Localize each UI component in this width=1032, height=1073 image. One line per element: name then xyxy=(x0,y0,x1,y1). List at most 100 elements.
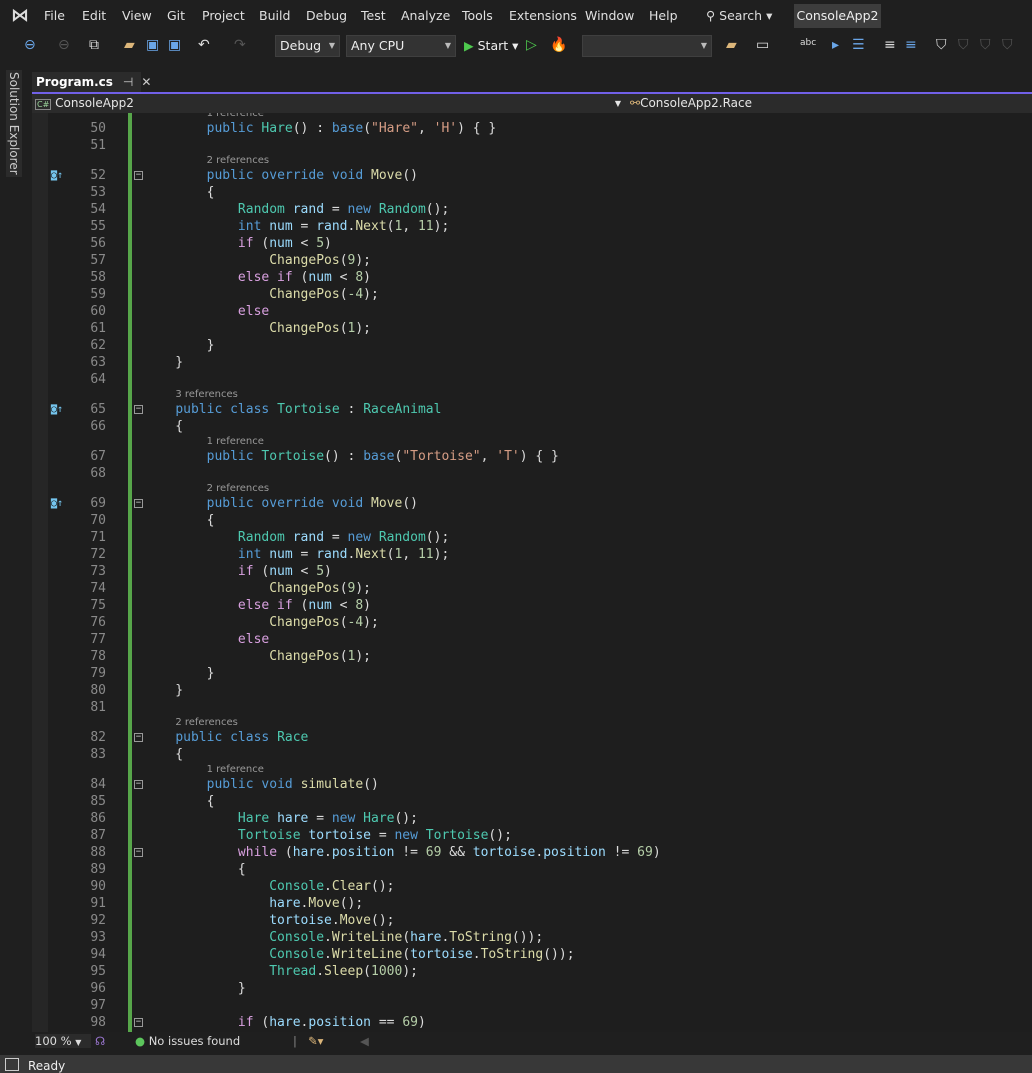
zoom-dropdown[interactable]: 100 % ▼ xyxy=(35,1034,91,1048)
code-token: "Hare" xyxy=(371,120,418,136)
prev-bookmark-icon[interactable]: ⛉ xyxy=(958,37,969,53)
menu-debug[interactable]: Debug xyxy=(306,8,347,23)
search-button[interactable]: ⚲ Search ▾ xyxy=(706,8,772,23)
output-window-icon[interactable] xyxy=(5,1058,19,1071)
codelens-references[interactable]: 2 references xyxy=(32,716,1032,729)
navigate-back-icon[interactable]: ⊖ xyxy=(24,37,36,53)
collapse-icon[interactable]: − xyxy=(134,1017,143,1027)
configuration-dropdown[interactable]: Debug ▼ xyxy=(275,35,340,57)
code-token: public xyxy=(206,120,254,136)
next-bookmark-icon[interactable]: ⛉ xyxy=(980,37,991,53)
undo-icon[interactable]: ↶ xyxy=(198,37,210,53)
spell-check-icon[interactable]: abc xyxy=(800,38,816,48)
select-icon[interactable]: ▸ xyxy=(832,37,839,53)
window-layout-icon[interactable]: ▭ xyxy=(756,37,769,53)
codelens-references[interactable]: 3 references xyxy=(32,388,1032,401)
code-cleanup-icon[interactable]: ✎▾ xyxy=(308,1034,323,1048)
type-dropdown[interactable]: ⚯ConsoleApp2.Race xyxy=(630,95,1030,112)
issues-indicator[interactable]: ● No issues found xyxy=(135,1034,240,1048)
code-token: WriteLine xyxy=(331,929,403,945)
collapse-icon[interactable]: − xyxy=(134,498,143,508)
start-debugging-button[interactable]: ▶ Start ▾ xyxy=(464,38,518,53)
code-token: == xyxy=(371,1014,403,1030)
menu-window[interactable]: Window xyxy=(585,8,634,23)
code-line: 74 ChangePos(9); xyxy=(32,580,1032,597)
startup-item-dropdown[interactable]: ▼ xyxy=(582,35,712,57)
override-marker-icon[interactable]: ◙↑ xyxy=(51,498,67,509)
platform-dropdown[interactable]: Any CPU ▼ xyxy=(346,35,456,57)
code-token: (); xyxy=(371,878,395,894)
pin-icon[interactable]: ⊣ xyxy=(123,75,133,89)
codelens-references[interactable]: 2 references xyxy=(32,154,1032,167)
code-token: ( xyxy=(339,286,348,302)
code-token: int xyxy=(237,546,262,562)
code-token: () : xyxy=(292,120,332,136)
collapse-icon[interactable]: − xyxy=(134,847,143,857)
new-project-icon[interactable]: ⧉ xyxy=(89,37,99,53)
collapse-icon[interactable]: − xyxy=(134,732,143,742)
code-editor[interactable]: 1 reference 50 public Hare() : base("Hare… xyxy=(32,113,1032,1032)
open-folder-icon[interactable]: ▰ xyxy=(124,37,135,53)
code-line: 96 } xyxy=(32,980,1032,997)
menu-view[interactable]: View xyxy=(122,8,152,23)
code-text: { xyxy=(144,512,215,529)
codelens-references[interactable]: 1 reference xyxy=(32,435,1032,448)
line-number: 75 xyxy=(90,597,106,613)
code-token: != xyxy=(605,844,638,860)
indent-icon[interactable]: ≡ xyxy=(884,37,896,53)
code-token: position xyxy=(331,844,395,860)
project-dropdown[interactable]: C# ConsoleApp2 ▼ xyxy=(35,95,625,112)
tab-program-cs[interactable]: Program.cs ⊣ ✕ xyxy=(32,72,151,92)
save-all-icon[interactable]: ▣ xyxy=(168,37,181,53)
scroll-left-icon[interactable]: ◀ xyxy=(360,1034,369,1048)
code-token: } xyxy=(144,354,184,370)
code-text: { xyxy=(144,184,215,201)
menu-tools[interactable]: Tools xyxy=(462,8,493,23)
visual-studio-logo-icon[interactable]: ⋈ xyxy=(11,6,33,26)
code-line: 92 tortoise.Move(); xyxy=(32,912,1032,929)
code-token: rand xyxy=(292,529,325,545)
menu-project[interactable]: Project xyxy=(202,8,245,23)
menu-help[interactable]: Help xyxy=(649,8,678,23)
menu-build[interactable]: Build xyxy=(259,8,290,23)
clear-bookmarks-icon[interactable]: ⛉ xyxy=(1002,37,1013,53)
menu-analyze[interactable]: Analyze xyxy=(401,8,450,23)
collapse-icon[interactable]: − xyxy=(134,779,143,789)
hot-reload-icon[interactable]: 🔥 xyxy=(550,37,567,53)
solution-explorer-tab[interactable]: Solution Explorer xyxy=(6,70,22,177)
find-in-files-icon[interactable]: ▰ xyxy=(726,37,737,53)
collapse-icon[interactable]: − xyxy=(134,170,143,180)
menu-test[interactable]: Test xyxy=(361,8,386,23)
menu-edit[interactable]: Edit xyxy=(82,8,106,23)
code-line: 71 Random rand = new Random(); xyxy=(32,529,1032,546)
menu-extensions[interactable]: Extensions xyxy=(509,8,577,23)
code-token: if xyxy=(237,1014,254,1030)
override-marker-icon[interactable]: ◙↑ xyxy=(51,404,67,415)
override-marker-icon[interactable]: ◙↑ xyxy=(51,170,67,181)
redo-icon[interactable]: ↷ xyxy=(234,37,246,53)
code-line: 73 if (num < 5) xyxy=(32,563,1032,580)
sync-icon[interactable]: ☰ xyxy=(852,37,865,53)
solution-name-badge[interactable]: ConsoleApp2 xyxy=(794,4,881,28)
code-token: ); xyxy=(433,218,450,234)
codelens-references[interactable]: 2 references xyxy=(32,482,1032,495)
outdent-icon[interactable]: ≡ xyxy=(905,37,917,53)
navigate-forward-icon[interactable]: ⊖ xyxy=(58,37,70,53)
bookmark-icon[interactable]: ⛉ xyxy=(936,37,947,53)
collapse-icon[interactable]: − xyxy=(134,404,143,414)
code-line: 64 xyxy=(32,371,1032,388)
line-number: 60 xyxy=(90,303,106,319)
start-without-debugging-icon[interactable]: ▷ xyxy=(526,37,537,53)
copilot-icon[interactable]: ☊ xyxy=(95,1034,105,1048)
code-token: public xyxy=(206,448,254,464)
code-line: 85 { xyxy=(32,793,1032,810)
codelens-references[interactable]: 1 reference xyxy=(32,763,1032,776)
code-token: num xyxy=(269,546,293,562)
close-icon[interactable]: ✕ xyxy=(141,75,151,89)
code-token: { xyxy=(144,861,246,877)
menu-file[interactable]: File xyxy=(44,8,65,23)
menu-git[interactable]: Git xyxy=(167,8,185,23)
save-icon[interactable]: ▣ xyxy=(146,37,159,53)
